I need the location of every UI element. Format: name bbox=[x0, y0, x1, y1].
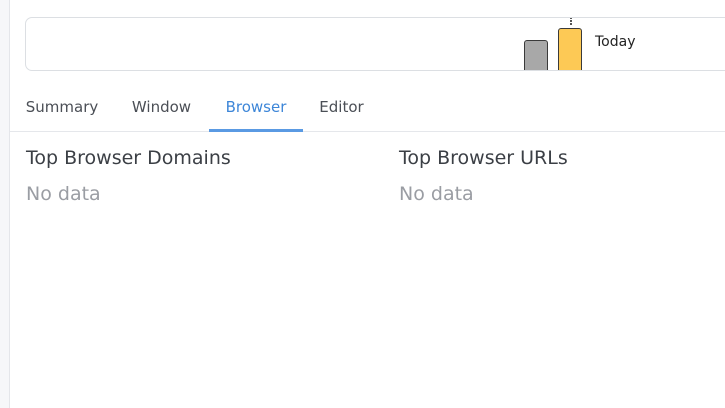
tab-window[interactable]: Window bbox=[114, 84, 209, 131]
timeline-card: Today bbox=[25, 17, 725, 71]
top-browser-urls-panel: Top Browser URLs No data bbox=[399, 147, 568, 205]
left-rail bbox=[0, 0, 10, 408]
empty-state: No data bbox=[26, 183, 101, 205]
today-label: Today bbox=[595, 34, 636, 50]
timeline-bar-today[interactable] bbox=[558, 28, 582, 70]
panel-title: Top Browser URLs bbox=[399, 147, 568, 169]
tab-editor[interactable]: Editor bbox=[303, 84, 380, 131]
page: Today Summary Window Browser Editor Top … bbox=[0, 0, 725, 408]
tab-bar: Summary Window Browser Editor bbox=[10, 84, 725, 132]
top-browser-domains-panel: Top Browser Domains No data bbox=[26, 147, 231, 205]
tab-browser[interactable]: Browser bbox=[209, 84, 303, 132]
empty-state: No data bbox=[399, 183, 474, 205]
current-time-marker bbox=[570, 18, 572, 25]
panel-title: Top Browser Domains bbox=[26, 147, 231, 169]
timeline-bar-previous[interactable] bbox=[524, 40, 548, 70]
tab-summary[interactable]: Summary bbox=[10, 84, 114, 131]
